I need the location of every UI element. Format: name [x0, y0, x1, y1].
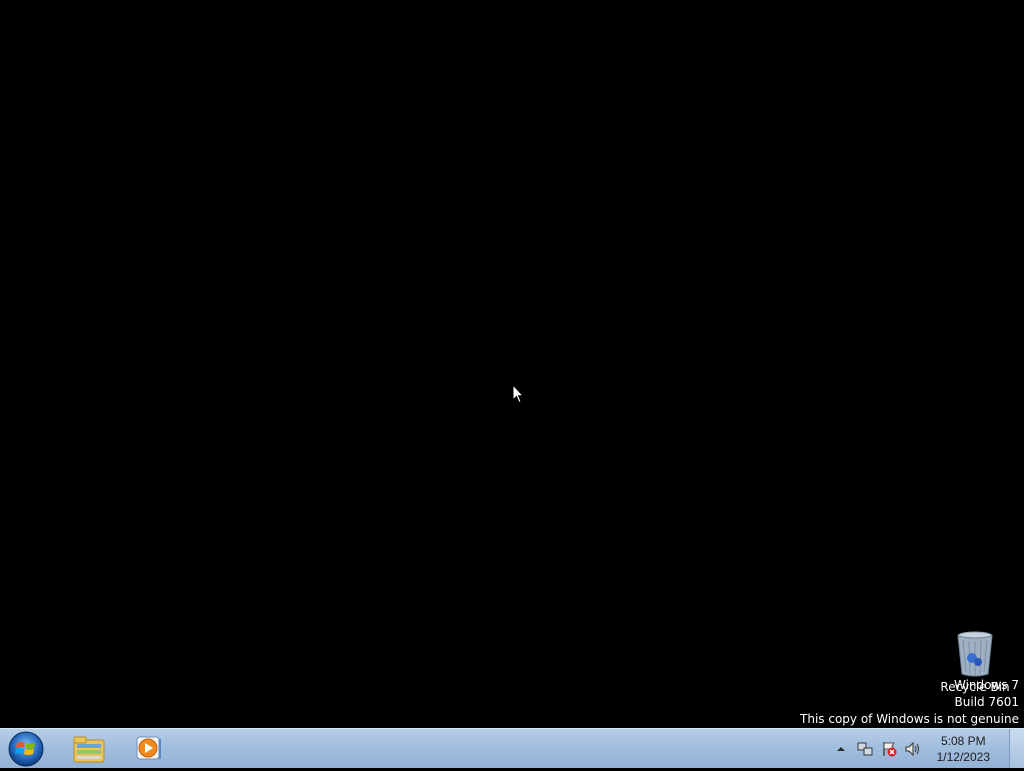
mouse-pointer-icon [512, 384, 524, 404]
network-icon [857, 742, 873, 756]
chevron-up-icon [836, 747, 845, 751]
show-hidden-icons-button[interactable] [833, 741, 849, 757]
network-tray-button[interactable] [857, 741, 873, 757]
show-desktop-button[interactable] [1009, 729, 1024, 768]
clock-date: 1/12/2023 [936, 750, 990, 764]
volume-tray-button[interactable] [905, 741, 921, 757]
volume-icon [905, 741, 919, 757]
action-center-tray-button[interactable] [881, 741, 897, 757]
taskbar-windows-explorer[interactable] [62, 731, 116, 767]
windows-start-orb-icon [8, 731, 44, 767]
taskbar-windows-media-player[interactable] [122, 731, 176, 767]
watermark-genuine-notice: This copy of Windows is not genuine [800, 712, 1019, 726]
clock-time: 5:08 PM [940, 734, 986, 748]
recycle-bin-icon [957, 631, 993, 677]
notification-area: 5:08 PM 1/12/2023 [829, 729, 990, 769]
taskbar-clock[interactable]: 5:08 PM 1/12/2023 [937, 733, 990, 765]
action-center-flag-icon [882, 742, 897, 757]
windows-watermark: Windows 7 Build 7601 This copy of Window… [800, 677, 1019, 728]
desktop[interactable]: Recycle Bin Windows 7 Build 7601 This co… [0, 0, 1024, 728]
watermark-build: Build 7601 [954, 695, 1019, 709]
folder-library-icon [73, 736, 105, 763]
watermark-os-name: Windows 7 [953, 678, 1019, 692]
taskbar: 5:08 PM 1/12/2023 [0, 728, 1024, 768]
start-button[interactable] [6, 731, 46, 767]
media-player-icon [136, 736, 161, 760]
